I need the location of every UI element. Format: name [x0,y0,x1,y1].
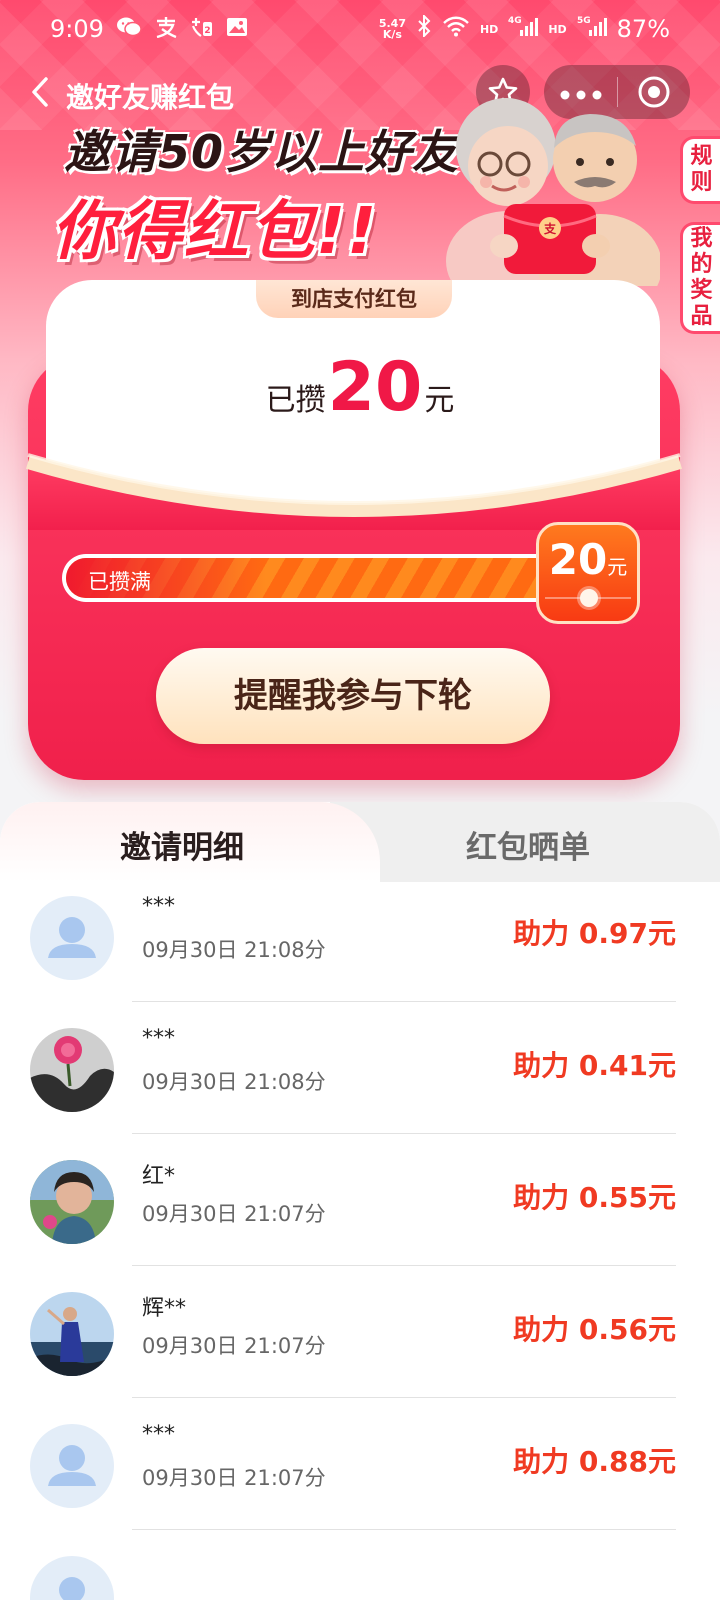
invite-list-panel: 邀请明细 红包晒单 *** 09月30日 21:08分 助力 0.97元 ***… [0,802,720,1600]
default-user-icon [48,1445,96,1486]
my-prizes-tab[interactable]: 我 的 奖 品 [680,222,720,334]
status-left: 9:09 2 [50,15,248,43]
saved-amount-row: 已攒20元 [0,348,720,427]
avatar [30,1556,114,1600]
invite-time: 09月30日 21:07分 [142,1202,326,1226]
list-item-partial[interactable] [0,1530,720,1600]
battery-level: 87% [616,15,670,43]
status-bar: 9:09 2 5.47 K/s HD 4G HD 5G 87% [0,0,720,58]
woman-avatar-image [30,1160,114,1244]
list-item[interactable]: 辉** 09月30日 21:07分 助力 0.56元 [0,1266,720,1398]
boost-amount: 助力 0.55元 [513,1181,676,1214]
svg-text:4G: 4G [508,16,522,26]
saved-unit: 元 [424,383,455,418]
prizes-tab-char-4: 品 [690,304,713,329]
signal-5g-icon: 5G [577,14,607,44]
svg-text:5G: 5G [577,16,591,26]
remind-next-round-button[interactable]: 提醒我参与下轮 [156,648,550,744]
list-item[interactable]: *** 09月30日 21:08分 助力 0.41元 [0,1002,720,1134]
prizes-tab-char-2: 的 [690,252,713,277]
default-user-icon [48,917,96,958]
back-icon[interactable] [24,74,60,110]
list-item[interactable]: *** 09月30日 21:07分 助力 0.88元 [0,1398,720,1530]
default-user-icon [59,1577,85,1600]
list-item[interactable]: *** 09月30日 21:08分 助力 0.97元 [0,870,720,1002]
svg-text:支: 支 [543,221,557,236]
flower-avatar-image [30,1028,114,1112]
list-item[interactable]: 红* 09月30日 21:07分 助力 0.55元 [0,1134,720,1266]
goal-badge: 20元 [536,522,640,624]
avatar [30,1160,114,1244]
invite-time: 09月30日 21:08分 [142,938,326,962]
prizes-tab-char-3: 奖 [690,278,713,303]
hd-badge-1: HD [479,22,499,36]
headline-line2: 你得红包!! [52,195,379,269]
invitee-name: *** [142,1422,175,1447]
network-speed: 5.47 K/s [379,18,406,40]
invite-time: 09月30日 21:07分 [142,1334,326,1358]
gallery-icon [226,17,248,42]
invitee-name: *** [142,894,175,919]
svg-text:2: 2 [204,26,210,36]
page-title: 邀好友赚红包 [66,81,235,114]
progress-label: 已攒满 [88,570,151,594]
saved-prefix: 已攒 [265,383,326,418]
wechat-icon [116,16,142,43]
signal-4g-icon: 4G [508,14,539,44]
hd-badge-2: HD [548,22,567,36]
invite-time: 09月30日 21:07分 [142,1466,326,1490]
avatar [30,1424,114,1508]
prizes-tab-char-1: 我 [690,226,713,251]
invitee-name: *** [142,1026,175,1051]
status-time: 9:09 [50,15,104,43]
boost-amount: 助力 0.88元 [513,1445,676,1478]
goal-unit: 元 [607,555,628,579]
invitee-name: 红* [142,1164,176,1189]
invitee-name: 辉** [142,1296,187,1321]
rules-tab-char-1: 规 [690,144,713,169]
rules-tab-char-2: 则 [690,170,713,195]
avatar [30,1028,114,1112]
avatar [30,896,114,980]
tab-invite-details[interactable]: 邀请明细 [120,822,244,867]
goal-badge-dot [580,589,598,607]
elderly-couple-illustration: 支 [446,98,660,286]
status-right: 5.47 K/s HD 4G HD 5G 87% [379,13,670,44]
boost-amount: 助力 0.56元 [513,1313,676,1346]
bluetooth-icon [416,13,432,43]
alipay-notification-icon: 2 [190,16,214,43]
seaside-avatar-image [30,1292,114,1376]
goal-value: 20 [548,535,608,584]
invite-time: 09月30日 21:08分 [142,1070,326,1094]
avatar [30,1292,114,1376]
tab-redpacket-share[interactable]: 红包晒单 [466,822,590,867]
coupon-type-badge: 到店支付红包 [256,280,452,318]
envelope-flap [26,453,682,530]
boost-amount: 助力 0.97元 [513,917,676,950]
saved-amount: 20 [327,348,423,427]
network-speed-unit: K/s [382,28,402,41]
wifi-icon [442,15,470,43]
alipay-icon [154,16,178,43]
headline-line1: 邀请50岁以上好友 [64,125,460,179]
boost-amount: 助力 0.41元 [513,1049,676,1082]
rules-tab[interactable]: 规 则 [680,136,720,204]
